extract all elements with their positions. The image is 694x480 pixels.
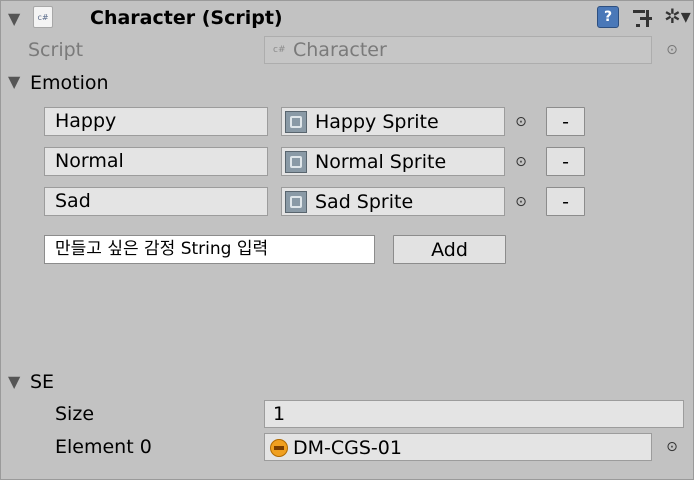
audio-clip-value: DM-CGS-01 <box>293 437 402 459</box>
sprite-icon <box>285 111 307 133</box>
sprite-field[interactable]: Happy Sprite <box>281 107 505 136</box>
emotion-name-field[interactable]: Happy <box>44 107 268 136</box>
sprite-value: Normal Sprite <box>315 151 447 173</box>
emotion-label: Emotion <box>30 72 109 94</box>
emotion-name-field[interactable]: Normal <box>44 147 268 176</box>
audio-clip-icon <box>270 439 288 457</box>
enabled-checkbox[interactable] <box>64 9 82 27</box>
component-title: Character (Script) <box>90 7 283 29</box>
fold-arrow-icon[interactable]: ▼ <box>8 11 20 27</box>
sprite-icon <box>285 191 307 213</box>
script-field[interactable]: c# Character <box>264 36 652 64</box>
cs-script-icon: c# <box>33 6 53 28</box>
audio-clip-field[interactable]: DM-CGS-01 <box>264 433 652 461</box>
add-button[interactable]: Add <box>393 235 506 264</box>
remove-emotion-button[interactable]: - <box>546 187 585 216</box>
element-0-label: Element 0 <box>55 436 152 458</box>
emotion-string-input[interactable]: 만들고 싶은 감정 String 입력 <box>44 235 375 264</box>
audio-clip-target-icon[interactable]: ⊙ <box>664 439 680 455</box>
size-field[interactable]: 1 <box>264 400 684 428</box>
sprite-target-icon[interactable]: ⊙ <box>513 154 529 170</box>
emotion-name-field[interactable]: Sad <box>44 187 268 216</box>
remove-emotion-button[interactable]: - <box>546 107 585 136</box>
se-fold-icon[interactable]: ▼ <box>8 374 20 390</box>
help-icon[interactable]: ? <box>597 6 619 28</box>
se-label: SE <box>30 371 55 393</box>
sprite-value: Happy Sprite <box>315 111 439 133</box>
sprite-target-icon[interactable]: ⊙ <box>513 114 529 130</box>
sprite-target-icon[interactable]: ⊙ <box>513 194 529 210</box>
sprite-field[interactable]: Sad Sprite <box>281 187 505 216</box>
sprite-field[interactable]: Normal Sprite <box>281 147 505 176</box>
script-value: Character <box>293 39 387 61</box>
sprite-icon <box>285 151 307 173</box>
preset-icon[interactable] <box>632 8 654 28</box>
size-label: Size <box>55 403 95 425</box>
script-file-icon: c# <box>273 45 286 55</box>
gear-icon[interactable]: ✲▾ <box>664 4 691 28</box>
sprite-value: Sad Sprite <box>315 191 414 213</box>
script-target-icon[interactable]: ⊙ <box>664 42 680 58</box>
emotion-fold-icon[interactable]: ▼ <box>8 74 20 90</box>
remove-emotion-button[interactable]: - <box>546 147 585 176</box>
script-label: Script <box>28 39 84 61</box>
